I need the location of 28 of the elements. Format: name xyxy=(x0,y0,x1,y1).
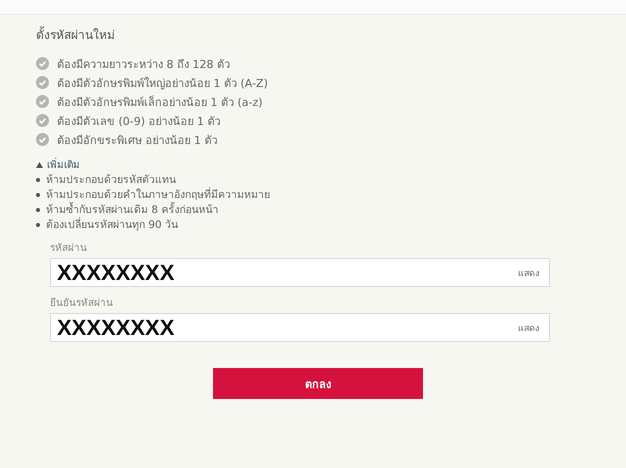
requirement-text: ต้องมีตัวอักษรพิมพ์เล็กอย่างน้อย 1 ตัว (a-z) xyxy=(57,94,263,110)
bullet-icon xyxy=(36,208,40,212)
bullet-icon xyxy=(36,192,40,196)
field-label: ยืนยันรหัสผ่าน xyxy=(50,296,114,310)
field-label: รหัสผ่าน xyxy=(50,242,88,255)
form-title: ตั้งรหัสผ่านใหม่ xyxy=(36,25,116,44)
check-circle-icon xyxy=(36,114,49,127)
password-field[interactable]: XXXXXXXX แสดง xyxy=(50,258,550,287)
show-toggle[interactable]: แสดง xyxy=(518,320,539,334)
submit-button[interactable]: ตกลง xyxy=(213,368,423,399)
requirement-text: ต้องมีตัวอักษรพิมพ์ใหญ่อย่างน้อย 1 ตัว (A-Z) xyxy=(57,76,268,92)
check-circle-icon xyxy=(36,76,49,89)
rule-text: ห้ามประกอบด้วยคำในภาษาอังกฤษที่มีความหมาย xyxy=(46,186,270,202)
requirement-text: ต้องมีอักขระพิเศษ อย่างน้อย 1 ตัว xyxy=(57,132,218,148)
password-field[interactable]: XXXXXXXX แสดง xyxy=(50,313,550,342)
check-circle-icon xyxy=(36,57,49,70)
rule-text: ห้ามซ้ำกับรหัสผ่านเดิม 8 ครั้งก่อนหน้า xyxy=(46,201,218,217)
show-toggle[interactable]: แสดง xyxy=(518,266,539,280)
triangle-icon xyxy=(36,162,43,168)
requirement-text: ต้องมีตัวเลข (0-9) อย่างน้อย 1 ตัว xyxy=(57,114,221,130)
more-toggle[interactable]: เพิ่มเติม xyxy=(36,157,586,172)
check-circle-icon xyxy=(36,133,49,146)
rule-text: ห้ามประกอบด้วยรหัสตัวแทน xyxy=(46,173,176,187)
check-circle-icon xyxy=(36,95,49,108)
rule-text: ต้องเปลี่ยนรหัสผ่านทุก 90 วัน xyxy=(46,216,178,233)
requirement-text: ต้องมีความยาวระหว่าง 8 ถึง 128 ตัว xyxy=(57,56,230,72)
bullet-icon xyxy=(36,222,40,226)
bullet-icon xyxy=(36,178,40,182)
